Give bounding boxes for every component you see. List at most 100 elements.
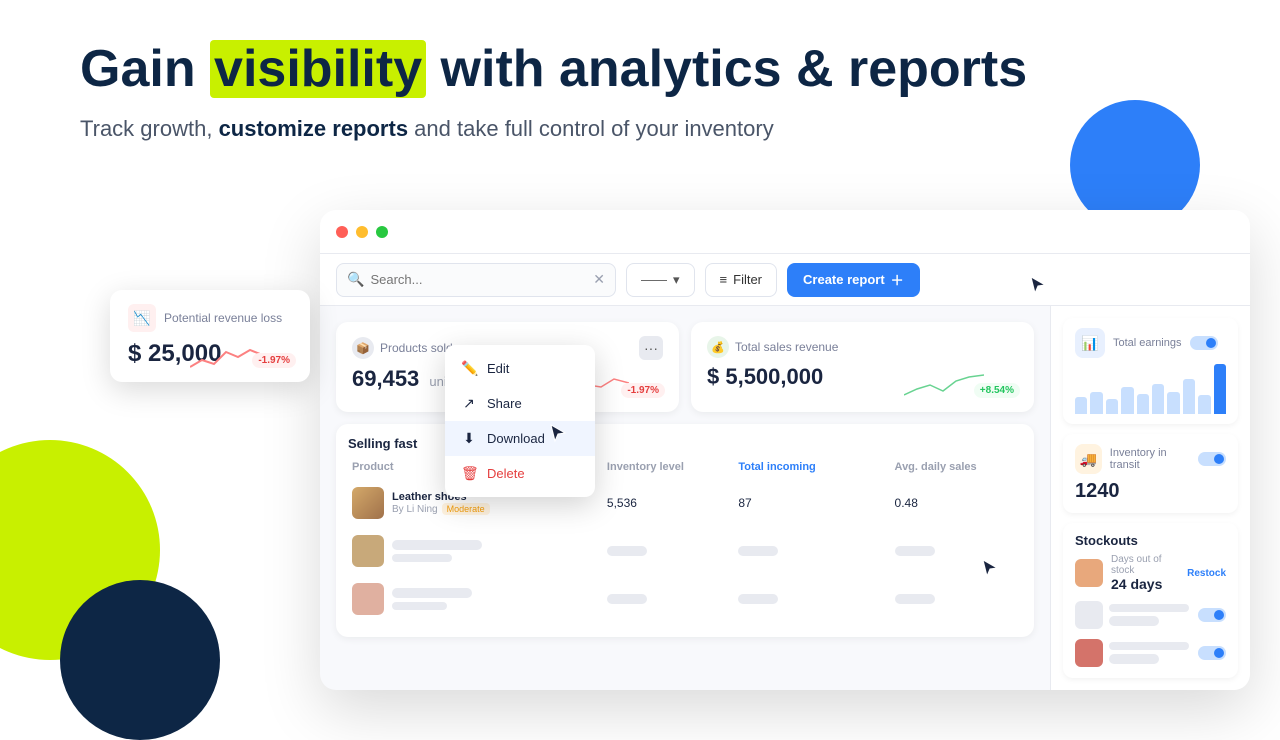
skeleton-line xyxy=(1109,616,1159,626)
filter-button[interactable]: ≡ Filter xyxy=(705,263,777,297)
edit-label: Edit xyxy=(487,361,509,376)
download-icon: ⬇ xyxy=(461,430,477,447)
table-row xyxy=(348,529,1022,573)
traffic-light-yellow[interactable] xyxy=(356,226,368,238)
skeleton-line xyxy=(1109,604,1189,612)
search-input[interactable] xyxy=(370,272,587,287)
share-icon: ↗ xyxy=(461,395,477,412)
total-sales-icon: 💰 xyxy=(707,336,729,358)
search-close-icon[interactable]: ✕ xyxy=(593,271,605,288)
stockout-image-1 xyxy=(1075,559,1103,587)
skeleton-toggle-2[interactable] xyxy=(1198,646,1226,660)
sort-dropdown[interactable]: —— ▾ xyxy=(626,263,695,297)
skeleton-line xyxy=(607,546,647,556)
context-menu-download[interactable]: ⬇ Download xyxy=(445,421,595,456)
chevron-down-icon: ▾ xyxy=(673,272,680,288)
toolbar: 🔍 ✕ —— ▾ ≡ Filter Create report ＋ xyxy=(320,254,1250,306)
potential-revenue-card: 📉 Potential revenue loss $ 25,000 -1.97% xyxy=(110,290,310,382)
traffic-light-red[interactable] xyxy=(336,226,348,238)
search-bar[interactable]: 🔍 ✕ xyxy=(336,263,616,297)
transit-icon: 🚚 xyxy=(1075,444,1102,474)
product-image-skeleton2 xyxy=(352,583,384,615)
total-earnings-card: 📊 Total earnings xyxy=(1063,318,1238,424)
skeleton-content xyxy=(1109,600,1192,630)
stockout-info: Days out of stock 24 days xyxy=(1111,554,1179,592)
bar-8 xyxy=(1183,379,1195,414)
stockouts-card: Stockouts Days out of stock 24 days Rest… xyxy=(1063,523,1238,678)
transit-toggle[interactable] xyxy=(1198,452,1226,466)
hero-section: Gain visibility with analytics & reports… xyxy=(80,40,1200,142)
total-sales-card: 💰 Total sales revenue $ 5,500,000 +8.54% xyxy=(691,322,1034,412)
skeleton-line xyxy=(1109,654,1159,664)
skeleton-content-2 xyxy=(1109,638,1192,668)
main-panel: 📦 Products sold ··· 69,453 units -1.97% xyxy=(320,306,1050,690)
incoming-value: 87 xyxy=(738,496,886,510)
moderate-badge: Moderate xyxy=(442,503,490,515)
download-label: Download xyxy=(487,431,545,446)
revenue-loss-icon: 📉 xyxy=(128,304,156,332)
stockout-days: 24 days xyxy=(1111,576,1179,592)
skeleton-line xyxy=(895,546,935,556)
create-report-label: Create report xyxy=(803,272,885,287)
restock-button[interactable]: Restock xyxy=(1187,568,1226,579)
bar-1 xyxy=(1075,397,1087,415)
daily-sales-value: 0.48 xyxy=(895,496,1018,510)
product-cell-skeleton2 xyxy=(352,583,599,615)
skeleton-line xyxy=(738,546,778,556)
create-report-button[interactable]: Create report ＋ xyxy=(787,263,920,297)
filter-label: Filter xyxy=(733,272,762,287)
context-menu-delete[interactable]: 🗑 Delete xyxy=(445,456,595,491)
subtitle-bold: customize reports xyxy=(219,116,409,141)
bg-dark-circle xyxy=(60,580,220,740)
product-image-skeleton xyxy=(352,535,384,567)
bar-10-active xyxy=(1214,364,1226,414)
total-sales-title: 💰 Total sales revenue xyxy=(707,336,1018,358)
earnings-header: 📊 Total earnings xyxy=(1075,328,1226,358)
plus-icon: ＋ xyxy=(891,270,904,289)
share-label: Share xyxy=(487,396,522,411)
skeleton-line xyxy=(895,594,935,604)
right-panel: 📊 Total earnings xyxy=(1050,306,1250,690)
skeleton-line xyxy=(607,594,647,604)
table-section: Selling fast Product Inventory level Tot… xyxy=(336,424,1034,637)
delete-icon: 🗑 xyxy=(461,465,477,482)
delete-label: Delete xyxy=(487,466,525,481)
traffic-light-green[interactable] xyxy=(376,226,388,238)
context-menu-share[interactable]: ↗ Share xyxy=(445,386,595,421)
hero-subtitle: Track growth, customize reports and take… xyxy=(80,116,1200,142)
skeleton-img-2 xyxy=(1075,639,1103,667)
skeleton-line xyxy=(392,602,447,610)
bar-5 xyxy=(1137,394,1149,414)
context-menu-edit[interactable]: ✏️ Edit xyxy=(445,351,595,386)
hero-title-part1: Gain xyxy=(80,40,210,98)
stockout-skeleton-2 xyxy=(1075,638,1226,668)
skeleton-line xyxy=(738,594,778,604)
revenue-sparkline xyxy=(190,342,260,372)
sales-sparkline xyxy=(904,367,984,402)
col-daily-sales: Avg. daily sales xyxy=(895,461,1018,473)
floating-card-title: Potential revenue loss xyxy=(164,311,282,325)
skeleton-line xyxy=(1109,642,1189,650)
metric-cards: 📦 Products sold ··· 69,453 units -1.97% xyxy=(336,322,1034,412)
context-menu: ✏️ Edit ↗ Share ⬇ Download 🗑 Delete xyxy=(445,345,595,497)
table-row xyxy=(348,577,1022,621)
hero-title-part2: with analytics & reports xyxy=(426,40,1027,98)
skeleton-img xyxy=(1075,601,1103,629)
earnings-bars xyxy=(1075,364,1226,414)
transit-header: 🚚 Inventory in transit xyxy=(1075,444,1226,474)
earnings-toggle[interactable] xyxy=(1190,336,1218,350)
subtitle-part2: and take full control of your inventory xyxy=(408,116,774,141)
products-more-btn[interactable]: ··· xyxy=(639,336,663,360)
transit-title: Inventory in transit xyxy=(1110,447,1190,471)
col-incoming: Total incoming xyxy=(738,461,886,473)
inventory-value: 5,536 xyxy=(607,496,730,510)
product-image xyxy=(352,487,384,519)
skeleton-toggle[interactable] xyxy=(1198,608,1226,622)
product-cell-skeleton xyxy=(352,535,599,567)
product-brand: By Li Ning Moderate xyxy=(392,503,490,515)
bar-4 xyxy=(1121,387,1133,415)
search-icon: 🔍 xyxy=(347,271,364,288)
transit-value: 1240 xyxy=(1075,480,1226,503)
stockout-skeleton-1 xyxy=(1075,600,1226,630)
dropdown-label: —— xyxy=(641,272,667,287)
